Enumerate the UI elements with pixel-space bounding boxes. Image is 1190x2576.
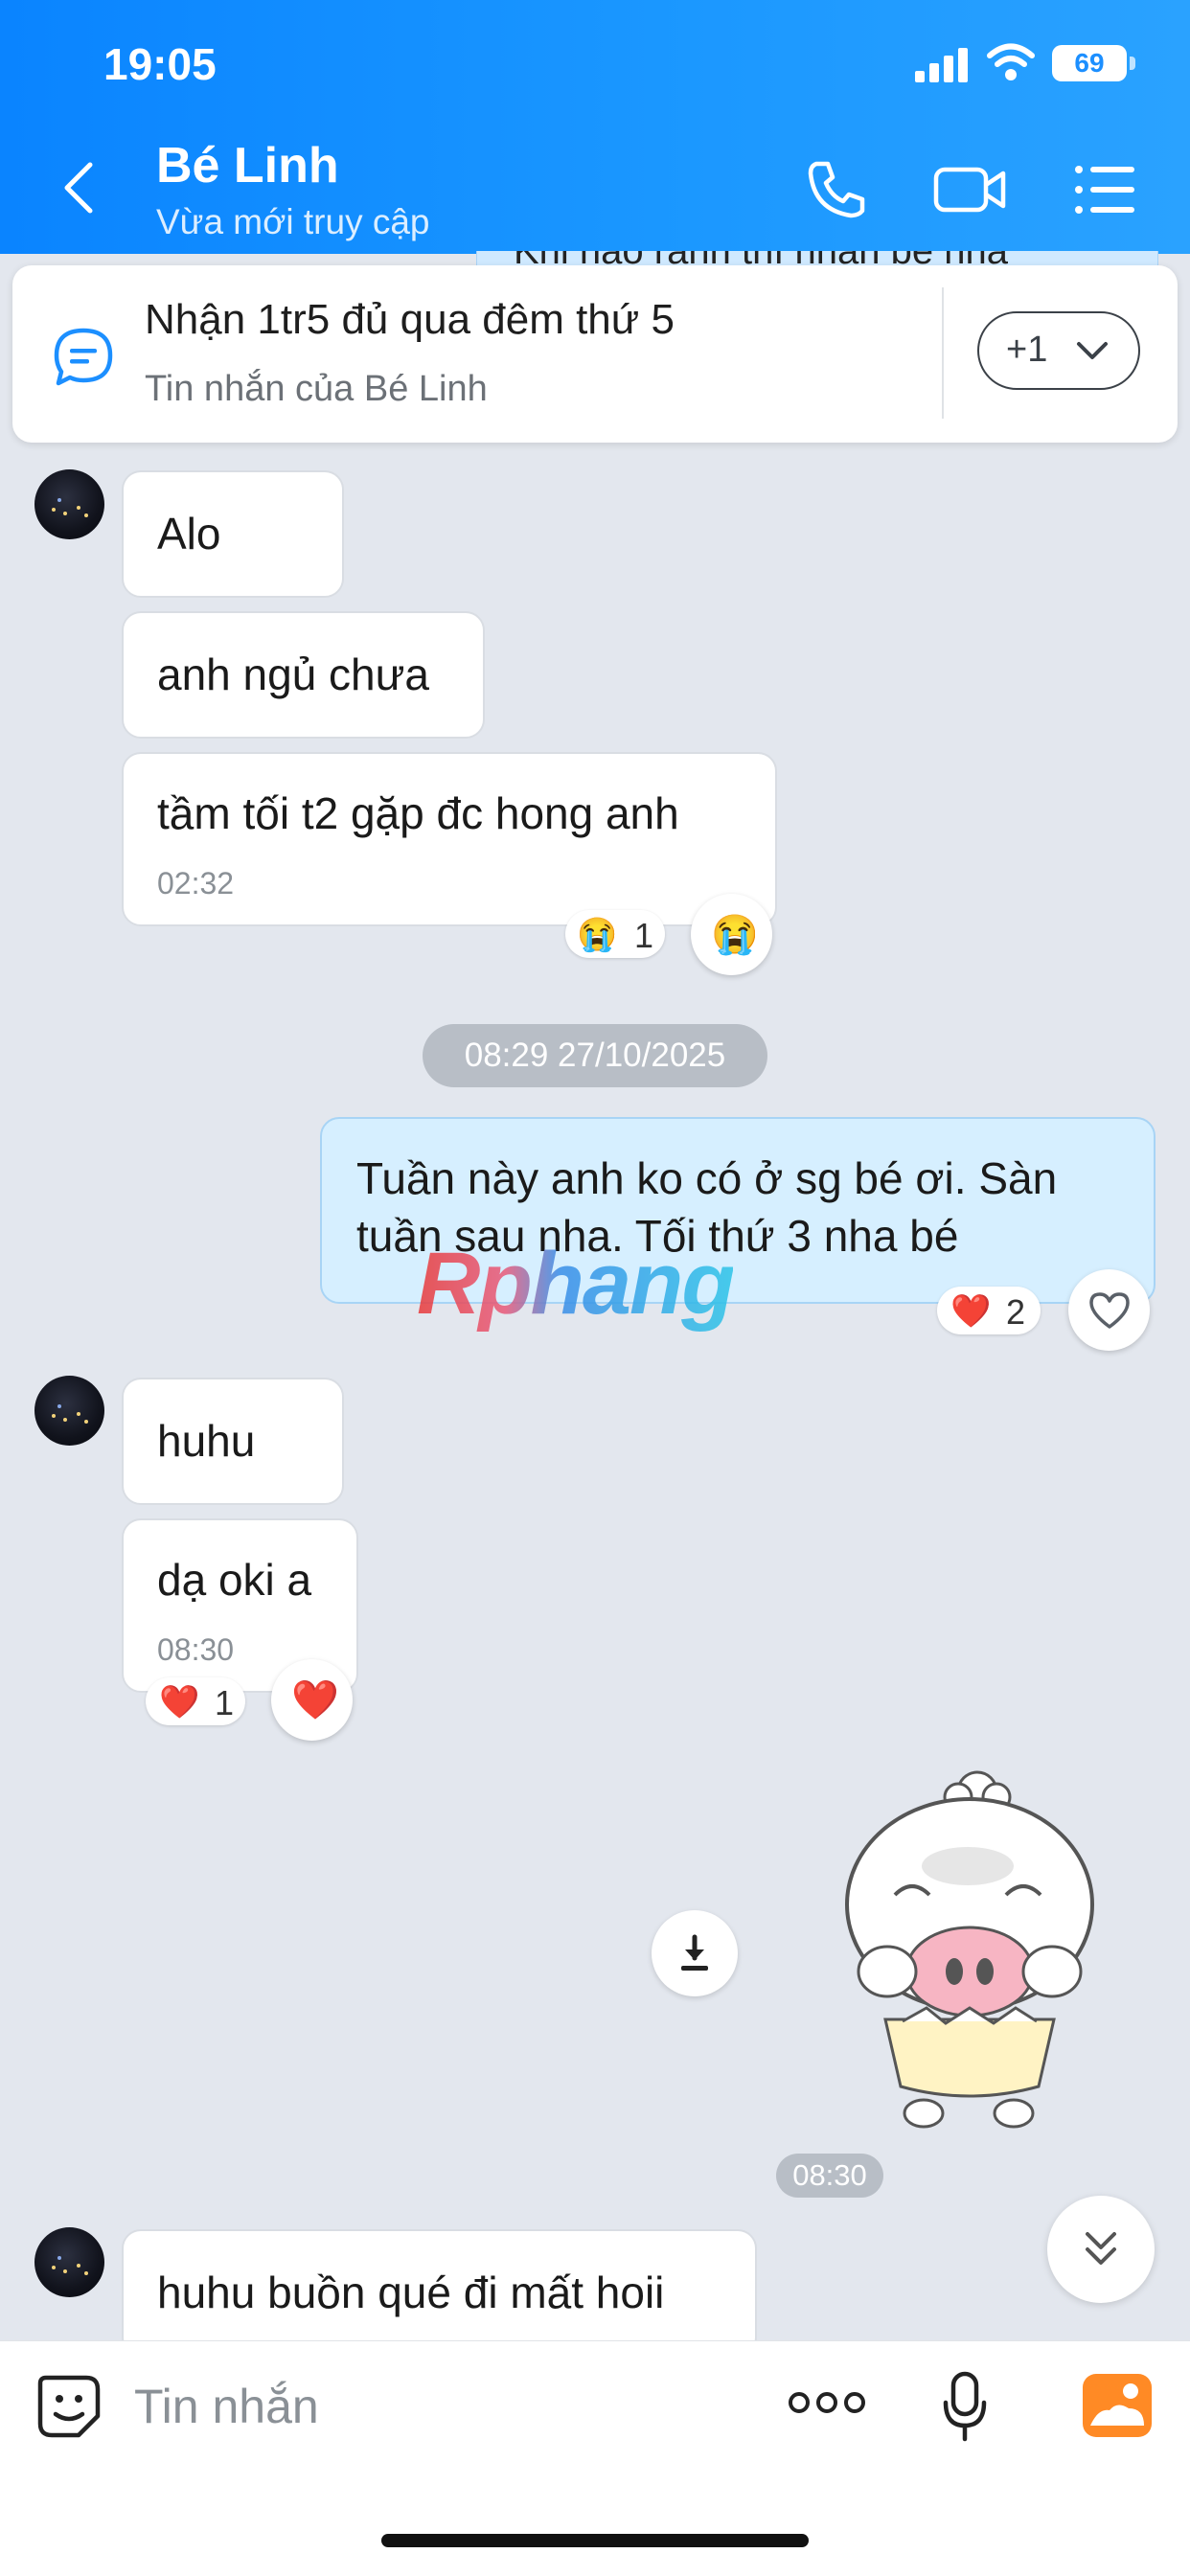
reaction-count: 1 [634,916,654,955]
pinned-title: Nhận 1tr5 đủ qua đêm thứ 5 [145,296,675,343]
message-time: 02:32 [157,866,235,900]
reaction-button[interactable] [1068,1269,1150,1351]
message-text: huhu buồn qué đi mất hoii [157,2268,665,2317]
sticker-time: 08:30 [776,2154,883,2198]
chevron-down-icon [1077,342,1108,359]
reaction-summary[interactable]: ❤️ 1 [146,1677,245,1725]
download-icon [681,1934,708,1971]
reaction-button[interactable]: 😭 [691,894,772,975]
reaction-button[interactable]: ❤️ [271,1659,353,1741]
video-camera-icon[interactable] [932,156,1007,223]
crying-emoji-icon: 😭 [577,917,618,953]
download-button[interactable] [652,1910,738,1996]
message-text: anh ngủ chưa [157,650,430,699]
wifi-icon [987,43,1035,80]
pinned-message-banner[interactable]: Nhận 1tr5 đủ qua đêm thứ 5 Tin nhắn của … [12,265,1178,443]
message-time: 08:30 [157,1632,235,1667]
double-chevron-down-icon [1086,2232,1116,2265]
home-indicator [381,2534,809,2547]
pinned-more-label: +1 [1006,330,1048,370]
message-text: huhu [157,1416,256,1466]
phone-icon[interactable] [803,156,870,223]
message-text: dạ oki a [157,1555,312,1605]
image-gallery-icon[interactable] [1081,2372,1154,2439]
avatar[interactable] [34,2227,104,2297]
crying-emoji-icon: 😭 [711,914,759,956]
microphone-icon[interactable] [941,2370,989,2443]
incoming-message[interactable]: tầm tối t2 gặp đc hong anh 02:32 [122,752,777,926]
heart-icon: ❤️ [291,1679,339,1721]
incoming-message[interactable]: Alo [122,470,344,598]
avatar[interactable] [34,469,104,539]
pinned-more-button[interactable]: +1 [977,311,1140,390]
pinned-subtitle: Tin nhắn của Bé Linh [145,369,488,409]
message-text-line1: Tuần này anh ko có ở sg bé ơi. Sàn [356,1153,1058,1203]
battery-indicator: 69 [1052,45,1127,81]
heart-icon: ❤️ [950,1293,992,1330]
scroll-to-bottom-button[interactable] [1047,2196,1155,2303]
status-time: 19:05 [103,39,217,89]
heart-outline-icon [1089,1292,1130,1329]
heart-icon: ❤️ [159,1684,200,1721]
cellular-signal-icon [915,48,968,82]
battery-tip [1130,57,1135,70]
emoji-icon[interactable] [34,2372,103,2441]
avatar[interactable] [34,1376,104,1446]
incoming-message[interactable]: huhu [122,1378,344,1505]
list-menu-icon[interactable] [1071,156,1138,223]
reaction-summary[interactable]: 😭 1 [565,910,665,958]
incoming-message[interactable]: anh ngủ chưa [122,611,485,739]
more-dots-icon[interactable] [788,2389,866,2416]
chat-bubble-icon [54,328,113,386]
reaction-summary[interactable]: ❤️ 2 [937,1287,1041,1334]
divider [942,287,944,419]
message-text: Alo [157,509,221,559]
sticker-image[interactable] [835,1770,1096,2134]
incoming-message[interactable]: huhu buồn qué đi mất hoii [122,2229,757,2357]
reaction-count: 1 [215,1683,235,1722]
contact-name[interactable]: Bé Linh [156,137,339,194]
date-divider: 08:29 27/10/2025 [423,1024,767,1087]
message-text: tầm tối t2 gặp đc hong anh [157,788,679,838]
contact-status: Vừa mới truy cập [156,202,430,241]
watermark-logo: Rphang [417,1235,735,1333]
message-input[interactable]: Tin nhắn [134,2379,319,2434]
reaction-count: 2 [1006,1292,1026,1332]
chevron-left-icon[interactable] [59,161,98,215]
